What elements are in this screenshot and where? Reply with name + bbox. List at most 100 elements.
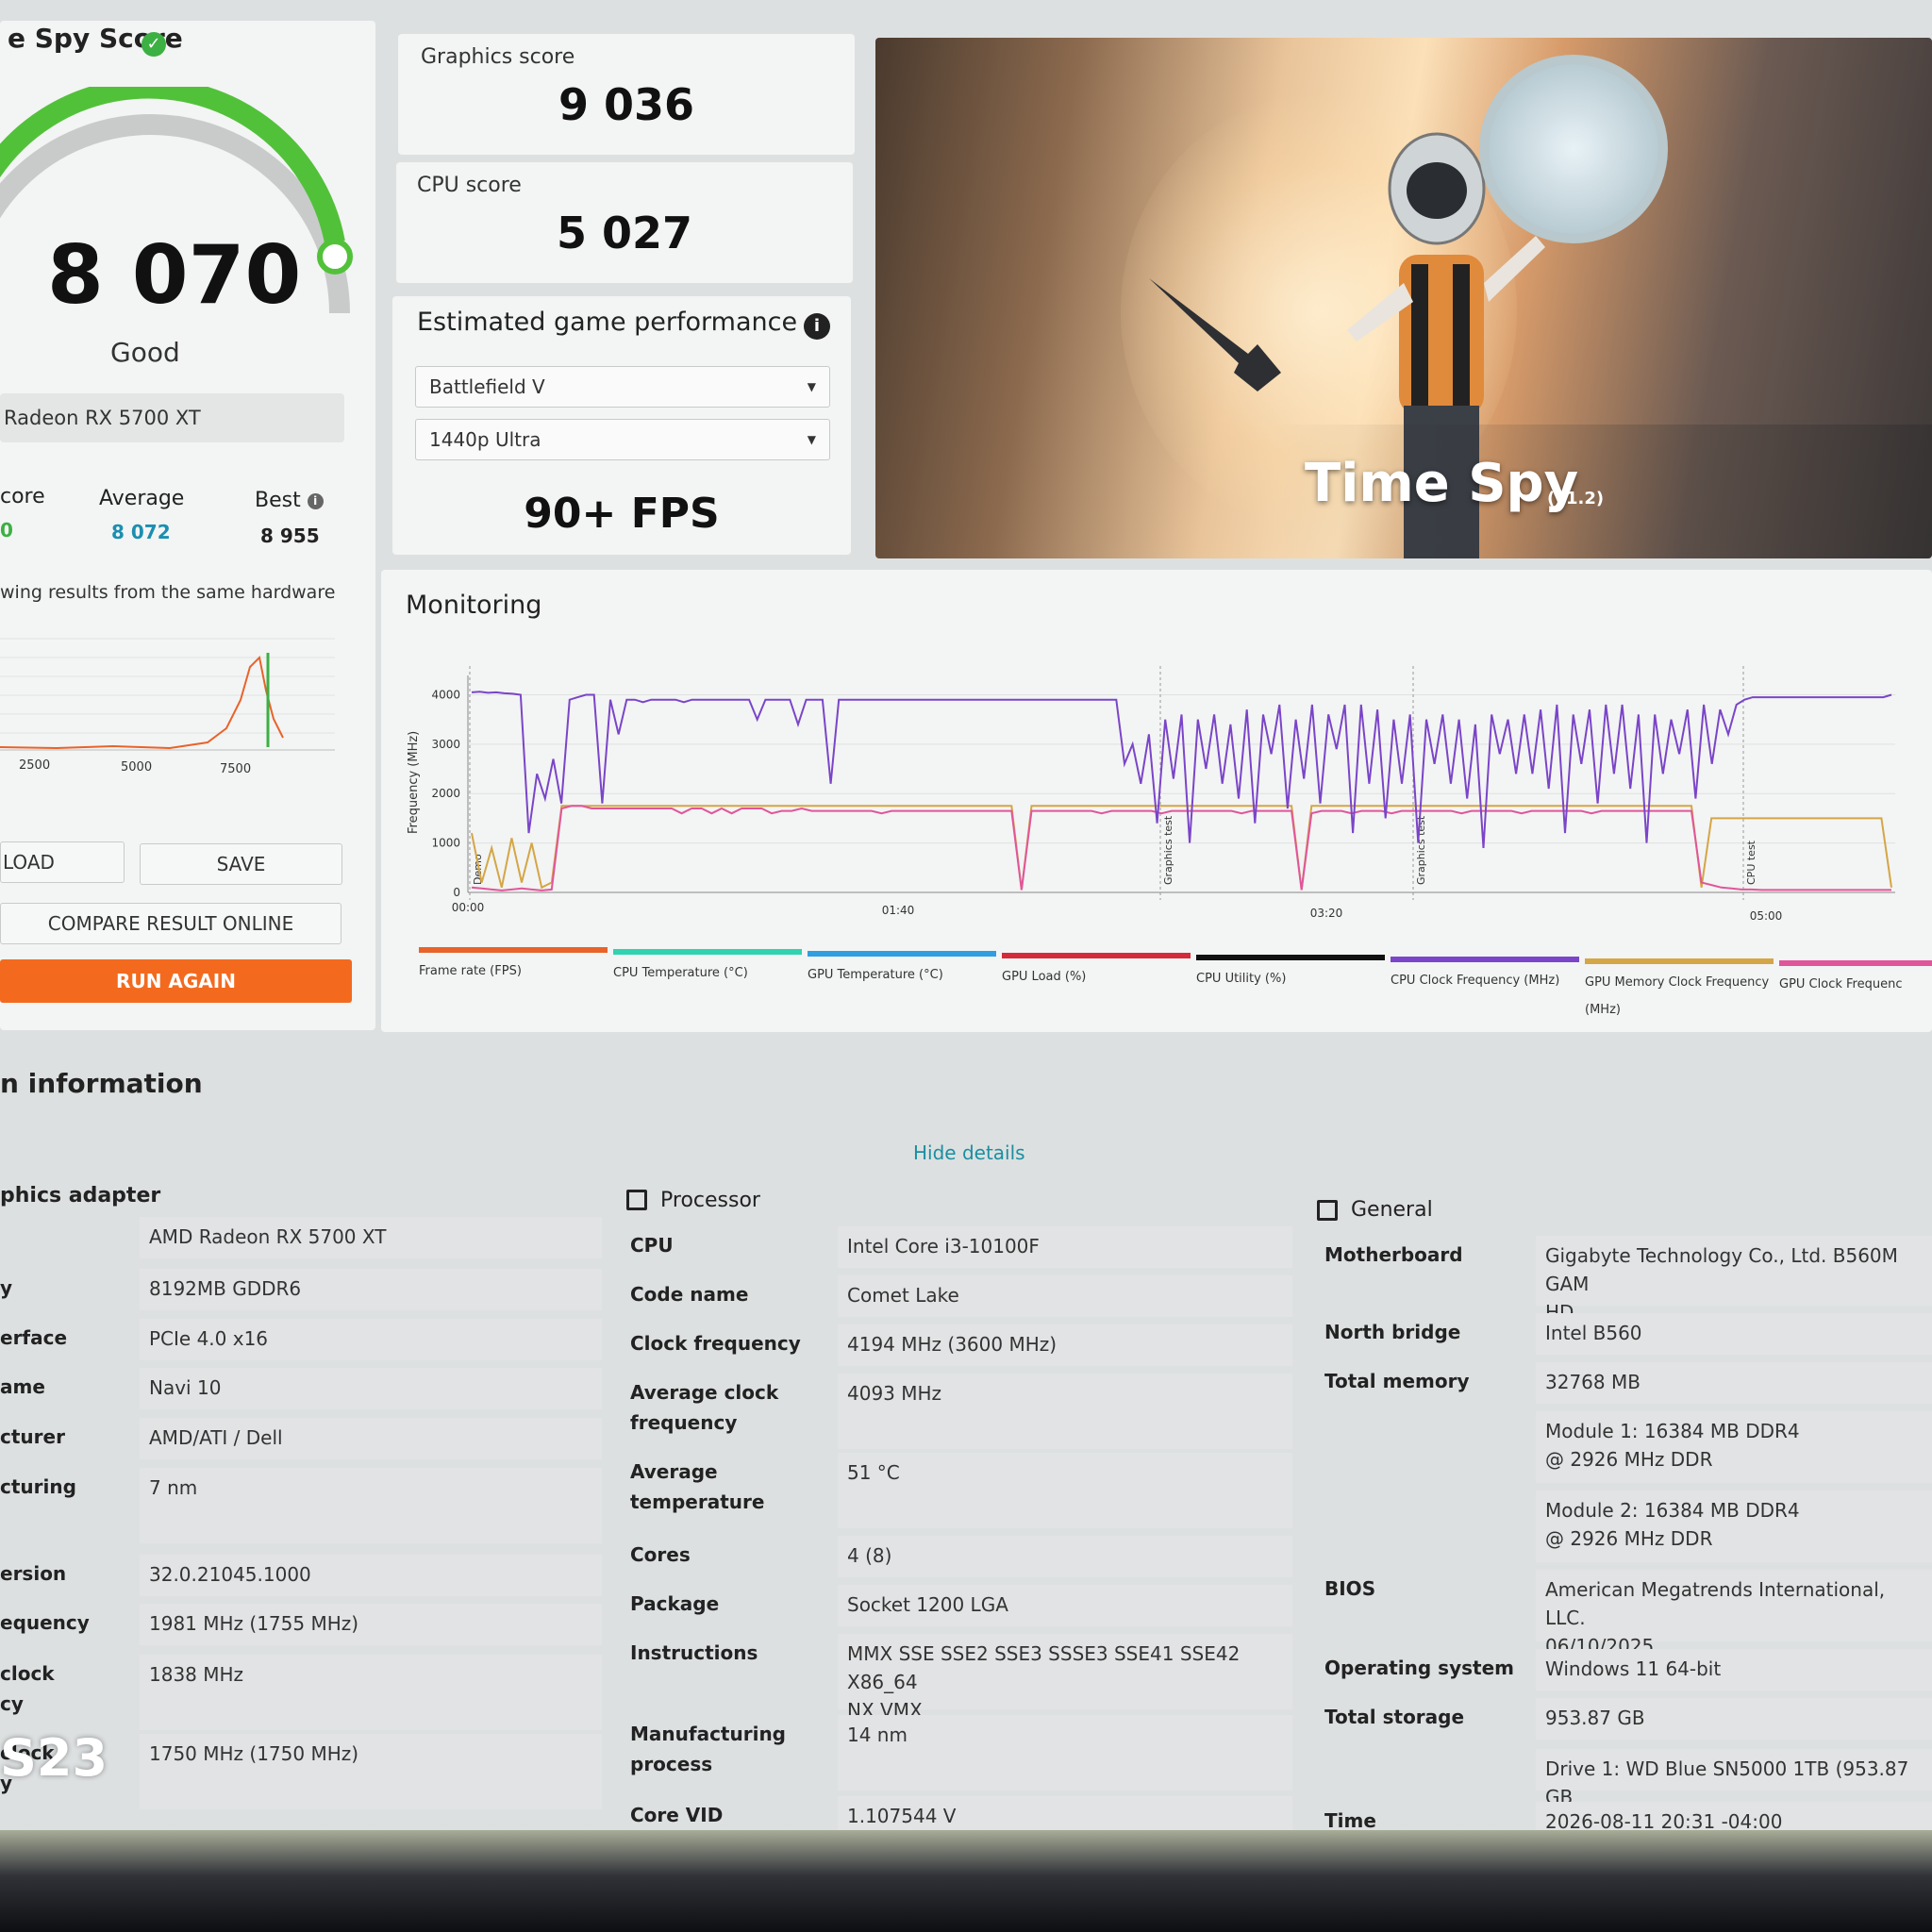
section-label: CPU test (1745, 840, 1757, 885)
score-card: e Spy Score ✓ 8 070 Good Radeon RX 5700 … (0, 21, 375, 1030)
graphics-row-value: 1838 MHz (140, 1655, 602, 1730)
monitoring-card: Monitoring Frequency (MHz) 4000 3000 2000 1… (381, 570, 1932, 1032)
system-info-title: n information (0, 1068, 203, 1099)
legend-label[interactable]: GPU Load (%) (1002, 970, 1191, 984)
graphics-adapter-heading: phics adapter (0, 1184, 161, 1208)
section-markers: Demo Graphics test Graphics test CPU test (469, 666, 1757, 900)
processor-row-label: Clock frequency (630, 1332, 801, 1355)
graphics-row-value: 1981 MHz (1755 MHz) (140, 1604, 602, 1645)
histogram-caption: wing results from the same hardware (0, 582, 336, 603)
processor-row-value: Intel Core i3-10100F (838, 1226, 1292, 1268)
legend-swatch (1196, 955, 1385, 960)
legend-label[interactable]: Frame rate (FPS) (419, 964, 608, 978)
chart-grid (467, 675, 1895, 893)
benchmark-hero-image: Time Spy (v1.2) (875, 38, 1932, 558)
preset-select[interactable]: 1440p Ultra ▼ (415, 419, 830, 460)
processor-row-value: MMX SSE SSE2 SSE3 SSSE3 SSE41 SSE42 X86_… (838, 1634, 1292, 1722)
cpu-score-card: CPU score 5 027 (396, 162, 853, 283)
processor-row-value: Comet Lake (838, 1275, 1292, 1317)
monitor-bezel (0, 1830, 1932, 1932)
graphics-score-value: 9 036 (558, 79, 695, 130)
graphics-row-label: equency (0, 1611, 90, 1634)
processor-row-label: Code name (630, 1283, 749, 1306)
graphics-row-label: cturer (0, 1425, 65, 1448)
graphics-row-value: AMD Radeon RX 5700 XT (140, 1217, 602, 1258)
processor-row-label: Package (630, 1592, 720, 1615)
load-button[interactable]: LOAD (0, 841, 125, 883)
graphics-row-value: PCIe 4.0 x16 (140, 1319, 602, 1360)
processor-heading: Processor (660, 1189, 760, 1212)
general-row-value: American Megatrends International, LLC. 0… (1536, 1570, 1932, 1657)
x-tick-label: 01:40 (882, 904, 915, 917)
monitor-icon (1317, 1200, 1338, 1221)
y-tick-label: 4000 (431, 688, 460, 701)
processor-row-label: Average temperature (630, 1460, 765, 1513)
processor-row-label: Manufacturing process (630, 1723, 786, 1775)
graphics-row-value: 8192MB GDDR6 (140, 1269, 602, 1310)
legend-swatch (1779, 960, 1932, 966)
general-row-label: Motherboard (1324, 1243, 1463, 1266)
monitoring-chart: Frequency (MHz) 40003000200010000 00:00 0… (407, 666, 1895, 923)
histogram-line (0, 655, 284, 750)
graphics-row-value: 1750 MHz (1750 MHz) (140, 1734, 602, 1809)
processor-row-label: Average clock frequency (630, 1381, 779, 1434)
legend-label[interactable]: GPU Memory Clock Frequency (MHz) (1585, 975, 1774, 1017)
game-select[interactable]: Battlefield V ▼ (415, 366, 830, 408)
graphics-score-label: Graphics score (421, 45, 575, 69)
processor-row-label: Core VID (630, 1804, 724, 1826)
x-tick-label: 00:00 (452, 901, 485, 914)
screen: e Spy Score ✓ 8 070 Good Radeon RX 5700 … (0, 0, 1932, 1849)
average-value: 8 072 (111, 521, 171, 543)
your-score-value: 0 (0, 519, 13, 541)
general-row-value: 953.87 GB (1536, 1698, 1932, 1740)
legend-label[interactable]: CPU Utility (%) (1196, 972, 1385, 986)
hist-tick-3: 7500 (220, 762, 251, 776)
game-select-value: Battlefield V (429, 375, 545, 398)
legend-swatch (1585, 958, 1774, 964)
best-value: 8 955 (260, 525, 320, 547)
graphics-row-value: 32.0.21045.1000 (140, 1555, 602, 1596)
legend-swatch (613, 949, 802, 955)
legend-label[interactable]: CPU Clock Frequency (MHz) (1391, 974, 1579, 988)
graphics-row-label: y (0, 1276, 13, 1299)
processor-row-value: 4093 MHz (838, 1374, 1292, 1449)
compare-online-button[interactable]: COMPARE RESULT ONLINE (0, 903, 341, 944)
save-button[interactable]: SAVE (140, 843, 342, 885)
series-line (471, 805, 1891, 891)
mirror-prop (1479, 55, 1668, 243)
chart-series (471, 691, 1892, 891)
graphics-row-value: Navi 10 (140, 1368, 602, 1409)
graphics-row-label: cturing (0, 1475, 76, 1498)
hist-tick-2: 5000 (121, 760, 152, 774)
legend-label[interactable]: GPU Clock Frequenc (1779, 977, 1932, 991)
preset-select-value: 1440p Ultra (429, 428, 541, 451)
processor-row-value: Socket 1200 LGA (838, 1585, 1292, 1626)
general-row-label: Total memory (1324, 1370, 1470, 1392)
run-again-button[interactable]: RUN AGAIN (0, 959, 352, 1003)
gun-icon (1149, 278, 1281, 391)
cpu-icon (626, 1190, 647, 1210)
total-score: 8 070 (47, 228, 302, 323)
best-label: Best i (255, 489, 324, 512)
estimated-fps: 90+ FPS (524, 490, 720, 538)
series-line (471, 805, 1892, 891)
legend-swatch (419, 947, 608, 953)
hist-tick-1: 2500 (19, 758, 50, 773)
general-row-label: Total storage (1324, 1706, 1465, 1728)
info-icon[interactable]: i (804, 313, 830, 340)
legend-label[interactable]: GPU Temperature (°C) (808, 968, 996, 982)
graphics-score-card: Graphics score 9 036 (398, 34, 855, 155)
general-row-value: Intel B560 (1536, 1313, 1932, 1355)
hide-details-link[interactable]: Hide details (913, 1141, 1025, 1164)
gpu-name: Radeon RX 5700 XT (0, 393, 344, 442)
graphics-row-value: AMD/ATI / Dell (140, 1418, 602, 1459)
legend-label[interactable]: CPU Temperature (°C) (613, 966, 802, 980)
processor-row-label: Cores (630, 1543, 691, 1566)
processor-row-value: 4194 MHz (3600 MHz) (838, 1324, 1292, 1366)
y-axis-label: Frequency (MHz) (407, 731, 421, 834)
chevron-down-icon: ▼ (807, 433, 816, 446)
processor-row-label: Instructions (630, 1641, 758, 1664)
benchmark-version: (v1.2) (1547, 489, 1605, 508)
general-row-label: North bridge (1324, 1321, 1461, 1343)
camera-watermark: S23 (0, 1728, 108, 1788)
